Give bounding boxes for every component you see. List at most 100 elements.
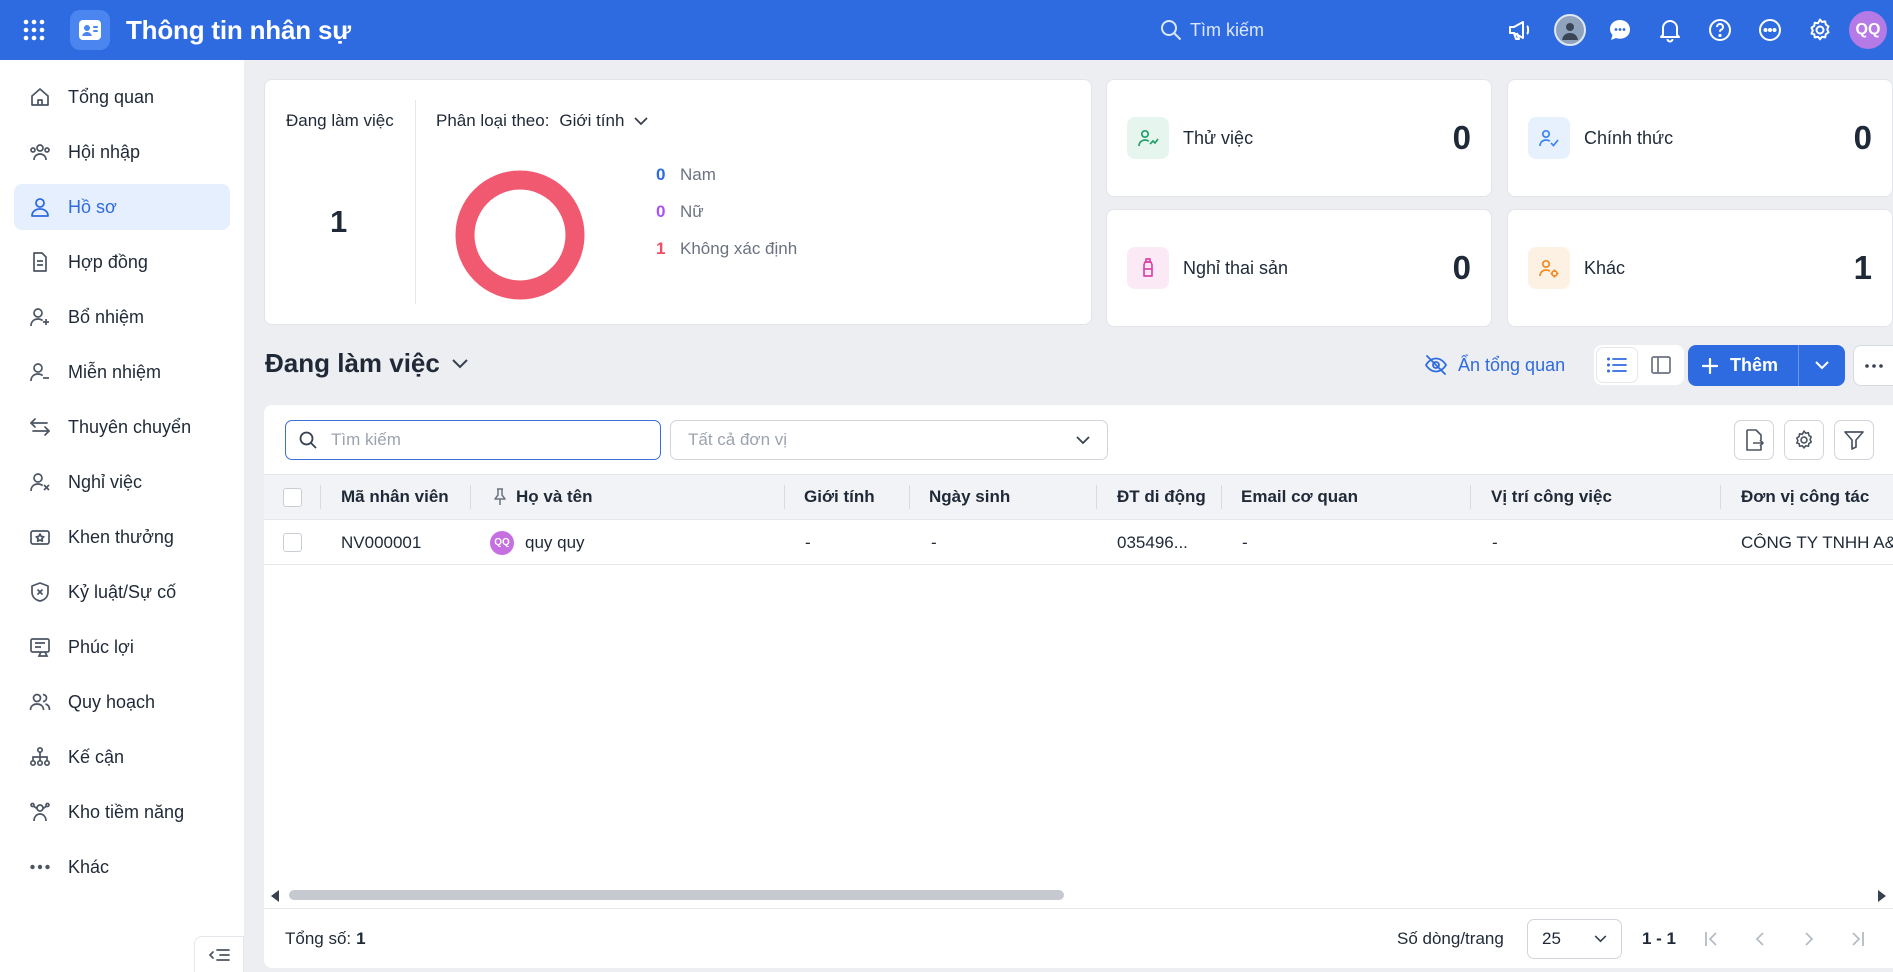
row-checkbox[interactable] [283,520,302,565]
chevron-down-icon [634,116,649,126]
sidebar-item-hoi-nhap[interactable]: Hội nhập [14,129,230,175]
classify-dropdown[interactable]: Giới tính [559,111,649,131]
chevron-down-icon [1594,935,1607,943]
sidebar-item-thuyen-chuyen[interactable]: Thuyên chuyển [14,404,230,450]
stat-value: 1 [1853,249,1872,286]
prev-page-button[interactable] [1745,909,1775,969]
settings-gear-icon[interactable] [1795,0,1845,60]
column-header-position[interactable]: Vị trí công việc [1491,475,1612,519]
gear-icon [1793,429,1815,451]
sidebar-item-bo-nhiem[interactable]: Bổ nhiệm [14,294,230,340]
column-header-gender[interactable]: Giới tính [804,475,875,519]
column-separator [320,485,321,509]
search-input[interactable] [331,430,631,450]
sidebar-item-khac[interactable]: Khác [14,844,230,890]
user-photo-icon [1554,14,1586,46]
stat-value: 0 [1452,119,1471,156]
sidebar-item-quy-hoach[interactable]: Quy hoạch [14,679,230,725]
stat-card-other[interactable]: Khác 1 [1507,209,1893,327]
hide-overview-button[interactable]: Ẩn tổng quan [1424,351,1565,379]
export-button[interactable] [1734,420,1774,460]
sidebar-item-tong-quan[interactable]: Tổng quan [14,74,230,120]
app-logo [70,10,110,50]
list-view-button[interactable] [1597,348,1637,382]
megaphone-icon[interactable] [1495,0,1545,60]
legend-count: 1 [656,238,666,258]
sidebar-item-khen-thuong[interactable]: Khen thưởng [14,514,230,560]
column-header-unit[interactable]: Đơn vị công tác [1741,475,1869,519]
unit-select[interactable]: Tất cả đơn vị [670,420,1108,460]
cell-name[interactable]: QQ quy quy [490,520,585,565]
add-button[interactable]: Thêm [1688,355,1798,376]
horizontal-scrollbar[interactable] [264,886,1893,902]
sidebar-item-ky-luat[interactable]: Kỷ luật/Sự cố [14,569,230,615]
sidebar-item-phuc-loi[interactable]: Phúc lợi [14,624,230,670]
last-page-icon [1851,931,1865,947]
sidebar-item-label: Miễn nhiệm [68,361,162,382]
chevron-down-icon [1815,361,1829,370]
add-button-group: Thêm [1688,345,1845,386]
rows-per-page-value: 25 [1542,929,1561,948]
table-footer: Tổng số: 1 Số dòng/trang 25 1 - 1 [264,908,1893,968]
document-icon [28,250,52,274]
help-icon[interactable] [1695,0,1745,60]
first-page-button[interactable] [1696,909,1726,969]
column-header-dob[interactable]: Ngày sinh [929,475,1010,519]
stat-label: Nghỉ thai sản [1183,257,1289,278]
column-header-email[interactable]: Email cơ quan [1241,475,1358,519]
cell-dob: - [931,532,937,552]
summary-card: Đang làm việc 1 Phân loại theo: Giới tín… [264,79,1092,325]
sidebar-item-kho-tiem-nang[interactable]: Kho tiềm năng [14,789,230,835]
table-settings-button[interactable] [1784,420,1824,460]
sidebar-item-nghi-viec[interactable]: Nghỉ việc [14,459,230,505]
hide-overview-label: Ẩn tổng quan [1458,354,1566,375]
stat-label: Thử việc [1183,127,1254,148]
reward-icon [28,525,52,549]
column-header-code[interactable]: Mã nhân viên [341,475,449,519]
table-search[interactable] [285,420,661,460]
stat-card-official[interactable]: Chính thức 0 [1507,79,1893,197]
table-header: Mã nhân viên Họ và tên Giới tính Ngày si… [264,474,1893,520]
rows-per-page-select[interactable]: 25 [1527,919,1622,959]
user-minus-icon [28,360,52,384]
more-horizontal-icon[interactable] [1745,0,1795,60]
plus-icon [1702,357,1718,374]
collapse-sidebar-button[interactable] [194,936,244,972]
stat-card-maternity[interactable]: Nghỉ thai sản 0 [1106,209,1492,327]
cell-email: - [1242,532,1248,552]
sidebar-item-hop-dong[interactable]: Hợp đồng [14,239,230,285]
sidebar-item-mien-nhiem[interactable]: Miễn nhiệm [14,349,230,395]
chat-icon[interactable] [1595,0,1645,60]
next-page-button[interactable] [1794,909,1824,969]
filter-button[interactable] [1834,420,1874,460]
global-search[interactable]: Tìm kiếm [1160,0,1264,60]
view-selector[interactable]: Đang làm việc [265,348,468,379]
column-header-phone[interactable]: ĐT di động [1117,475,1206,519]
table-row[interactable]: NV000001 QQ quy quy - - 035496... - - CÔ… [264,520,1893,565]
select-all-checkbox[interactable] [283,475,302,519]
scrollbar-thumb[interactable] [289,890,1064,900]
column-separator [1096,485,1097,509]
sidebar-item-ho-so[interactable]: Hồ sơ [14,184,230,230]
more-actions-button[interactable] [1853,345,1893,386]
column-separator [784,485,785,509]
scroll-left-icon[interactable] [271,890,279,902]
bell-icon[interactable] [1645,0,1695,60]
apps-grid-icon[interactable] [0,0,68,60]
user-avatar[interactable]: QQ [1849,11,1887,49]
sidebar-item-ke-can[interactable]: Kế cận [14,734,230,780]
classify-value: Giới tính [559,111,625,130]
last-page-button[interactable] [1843,909,1873,969]
stat-card-probation[interactable]: Thử việc 0 [1106,79,1492,197]
sidebar-item-label: Khen thưởng [68,526,174,547]
column-header-name[interactable]: Họ và tên [494,475,593,519]
user-photo[interactable] [1545,0,1595,60]
split-view-button[interactable] [1641,348,1681,382]
add-dropdown-button[interactable] [1799,345,1845,386]
working-count: 1 [330,204,348,239]
scroll-right-icon[interactable] [1878,890,1886,902]
sidebar: Tổng quan Hội nhập Hồ sơ Hợp đồng Bổ nhi… [0,60,244,972]
column-separator [470,485,471,509]
total-value: 1 [356,929,366,948]
page-range: 1 - 1 [1642,929,1677,948]
